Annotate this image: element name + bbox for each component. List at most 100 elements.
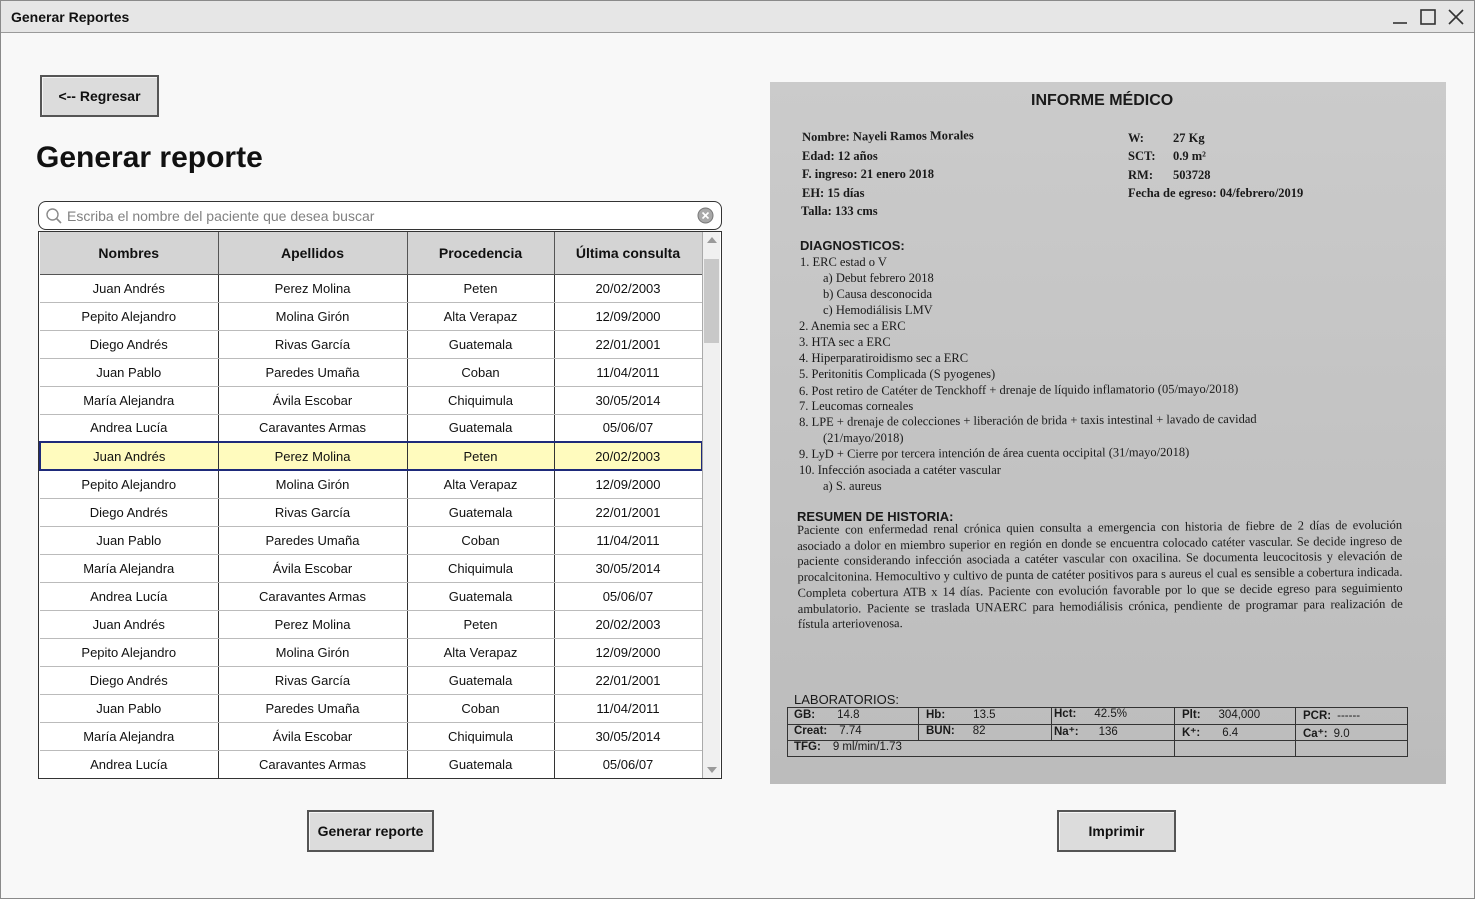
cell-ultima-consulta: 11/04/2011 — [554, 358, 703, 387]
report-preview: INFORME MÉDICO Nombre: Nayeli Ramos Mora… — [770, 82, 1446, 784]
table-row[interactable]: Pepito Alejandro Molina Girón Alta Verapaz… — [40, 302, 703, 331]
cell-nombres: Juan Andrés — [39, 441, 219, 471]
lab-value-hb: 13.5 — [973, 709, 996, 721]
search-input[interactable] — [65, 205, 695, 226]
table-header-row: Nombres Apellidos Procedencia Última con… — [40, 232, 703, 275]
cell-ultima-consulta: 20/02/2003 — [554, 274, 703, 303]
cell-ultima-consulta: 11/04/2011 — [554, 526, 703, 555]
window-title: Generar Reportes — [11, 9, 130, 25]
lab-value-plt: 304,000 — [1218, 709, 1261, 721]
cell-ultima-consulta: 20/02/2003 — [554, 441, 703, 471]
column-header-nombres[interactable]: Nombres — [40, 232, 219, 275]
vital-value-w: 27 Kg — [1173, 131, 1205, 145]
lab-value-hct: 42.5% — [1094, 708, 1127, 720]
scrollbar-thumb[interactable] — [704, 259, 719, 343]
print-button[interactable]: Imprimir — [1057, 810, 1176, 852]
cell-apellidos: Caravantes Armas — [218, 414, 408, 443]
cell-procedencia: Peten — [407, 274, 555, 303]
cell-procedencia: Guatemala — [407, 498, 555, 527]
search-box — [38, 201, 722, 230]
cell-apellidos: Caravantes Armas — [218, 750, 408, 778]
table-row[interactable]: Diego Andrés Rivas García Guatemala 22/01/2… — [40, 330, 703, 359]
table-row[interactable]: Juan Andrés Perez Molina Peten 20/02/2003 — [40, 274, 703, 303]
diagnosis-item: 7. Leucomas corneales — [799, 399, 914, 413]
lab-label-creat: Creat: — [794, 725, 828, 737]
cell-procedencia: Coban — [407, 358, 555, 387]
title-bar: Generar Reportes — [1, 1, 1474, 33]
table-row[interactable]: Juan Pablo Paredes Umaña Coban 11/04/2011 — [40, 358, 703, 387]
cell-apellidos: Perez Molina — [218, 610, 408, 639]
cell-apellidos: Molina Girón — [218, 470, 408, 499]
cell-apellidos: Ávila Escobar — [218, 386, 408, 415]
cell-nombres: María Alejandra — [40, 386, 219, 415]
patient-name: Nombre: Nayeli Ramos Morales — [802, 128, 974, 144]
cell-ultima-consulta: 22/01/2001 — [554, 666, 703, 695]
table-row[interactable]: Andrea Lucía Caravantes Armas Guatemala 05/… — [40, 414, 703, 443]
clear-search-icon[interactable] — [697, 207, 714, 224]
diagnosis-item: 1. ERC estad o V — [800, 255, 887, 269]
back-button[interactable]: <-- Regresar — [40, 75, 159, 117]
scroll-down-icon[interactable] — [706, 765, 718, 775]
patient-age: Edad: 12 años — [802, 149, 878, 163]
table-row[interactable]: Pepito Alejandro Molina Girón Alta Verapaz… — [40, 470, 703, 499]
table-row[interactable]: María Alejandra Ávila Escobar Chiquimula 30… — [40, 722, 703, 751]
cell-procedencia: Guatemala — [407, 750, 555, 778]
vital-label-w: W: — [1128, 131, 1144, 145]
cell-ultima-consulta: 30/05/2014 — [554, 722, 703, 751]
table-row[interactable]: Diego Andrés Rivas García Guatemala 22/01/2… — [40, 498, 703, 527]
cell-ultima-consulta: 30/05/2014 — [554, 554, 703, 583]
cell-procedencia: Peten — [407, 441, 555, 471]
table-row[interactable]: Juan Pablo Paredes Umaña Coban 11/04/2011 — [40, 526, 703, 555]
table-row[interactable]: María Alejandra Ávila Escobar Chiquimula 30… — [40, 554, 703, 583]
diagnosis-item: 4. Hiperparatiroidismo sec a ERC — [799, 351, 969, 365]
table-row[interactable]: Juan Andrés Perez Molina Peten 20/02/2003 — [40, 610, 703, 639]
table-scrollbar[interactable] — [702, 232, 720, 778]
patients-table: Nombres Apellidos Procedencia Última con… — [38, 231, 722, 779]
discharge-date: Fecha de egreso: 04/febrero/2019 — [1128, 186, 1304, 200]
historia-paragraph: Paciente con enfermedad renal crónica qu… — [797, 517, 1403, 632]
cell-apellidos: Perez Molina — [218, 274, 408, 303]
cell-apellidos: Molina Girón — [218, 638, 408, 667]
column-header-apellidos[interactable]: Apellidos — [218, 232, 408, 275]
lab-label-na: Na⁺: — [1054, 726, 1079, 738]
vital-label-sct: SCT: — [1128, 149, 1156, 163]
diagnosticos-heading: DIAGNOSTICOS: — [800, 238, 905, 253]
maximize-icon[interactable] — [1418, 7, 1438, 27]
table-row[interactable]: Andrea Lucía Caravantes Armas Guatemala 05/… — [40, 750, 703, 778]
scroll-up-icon[interactable] — [706, 235, 718, 245]
minimize-icon[interactable] — [1390, 7, 1410, 27]
search-icon — [46, 208, 62, 224]
cell-nombres: Juan Pablo — [40, 694, 219, 723]
cell-nombres: Pepito Alejandro — [40, 638, 219, 667]
table-row[interactable]: Juan Pablo Paredes Umaña Coban 11/04/2011 — [40, 694, 703, 723]
lab-label-pcr: PCR: — [1303, 710, 1332, 722]
labs-heading: LABORATORIOS: — [794, 692, 899, 707]
column-header-procedencia[interactable]: Procedencia — [407, 232, 555, 275]
table-row[interactable]: Diego Andrés Rivas García Guatemala 22/01/2… — [40, 666, 703, 695]
cell-ultima-consulta: 05/06/07 — [554, 582, 703, 611]
cell-procedencia: Guatemala — [407, 414, 555, 443]
column-header-ultima-consulta[interactable]: Última consulta — [554, 232, 703, 275]
diagnosis-item: c) Hemodiálisis LMV — [823, 303, 933, 317]
vital-label-rm: RM: — [1128, 168, 1153, 182]
cell-nombres: Pepito Alejandro — [40, 302, 219, 331]
cell-nombres: Diego Andrés — [40, 498, 219, 527]
table-row[interactable]: Juan Andrés Perez Molina Peten 20/02/2003 — [39, 441, 703, 471]
close-icon[interactable] — [1446, 7, 1466, 27]
patient-height: Talla: 133 cms — [801, 204, 878, 218]
table-row[interactable]: Pepito Alejandro Molina Girón Alta Verapaz… — [40, 638, 703, 667]
diagnosis-item: 2. Anemia sec a ERC — [799, 319, 906, 333]
diagnosis-item: 9. LyD + Cierre por tercera intención de… — [799, 444, 1190, 461]
diagnosis-item: 6. Post retiro de Catéter de Tenckhoff +… — [799, 381, 1239, 398]
diagnosis-item: a) S. aureus — [823, 479, 882, 493]
table-row[interactable]: María Alejandra Ávila Escobar Chiquimula 30… — [40, 386, 703, 415]
lab-label-gb: GB: — [794, 709, 816, 721]
cell-procedencia: Guatemala — [407, 330, 555, 359]
diagnosis-item: b) Causa desconocida — [823, 287, 932, 301]
cell-apellidos: Rivas García — [218, 498, 408, 527]
lab-label-ca: Ca⁺: — [1303, 728, 1328, 740]
cell-apellidos: Ávila Escobar — [218, 722, 408, 751]
table-row[interactable]: Andrea Lucía Caravantes Armas Guatemala 05/… — [40, 582, 703, 611]
cell-ultima-consulta: 22/01/2001 — [554, 498, 703, 527]
generate-report-button[interactable]: Generar reporte — [307, 810, 434, 852]
